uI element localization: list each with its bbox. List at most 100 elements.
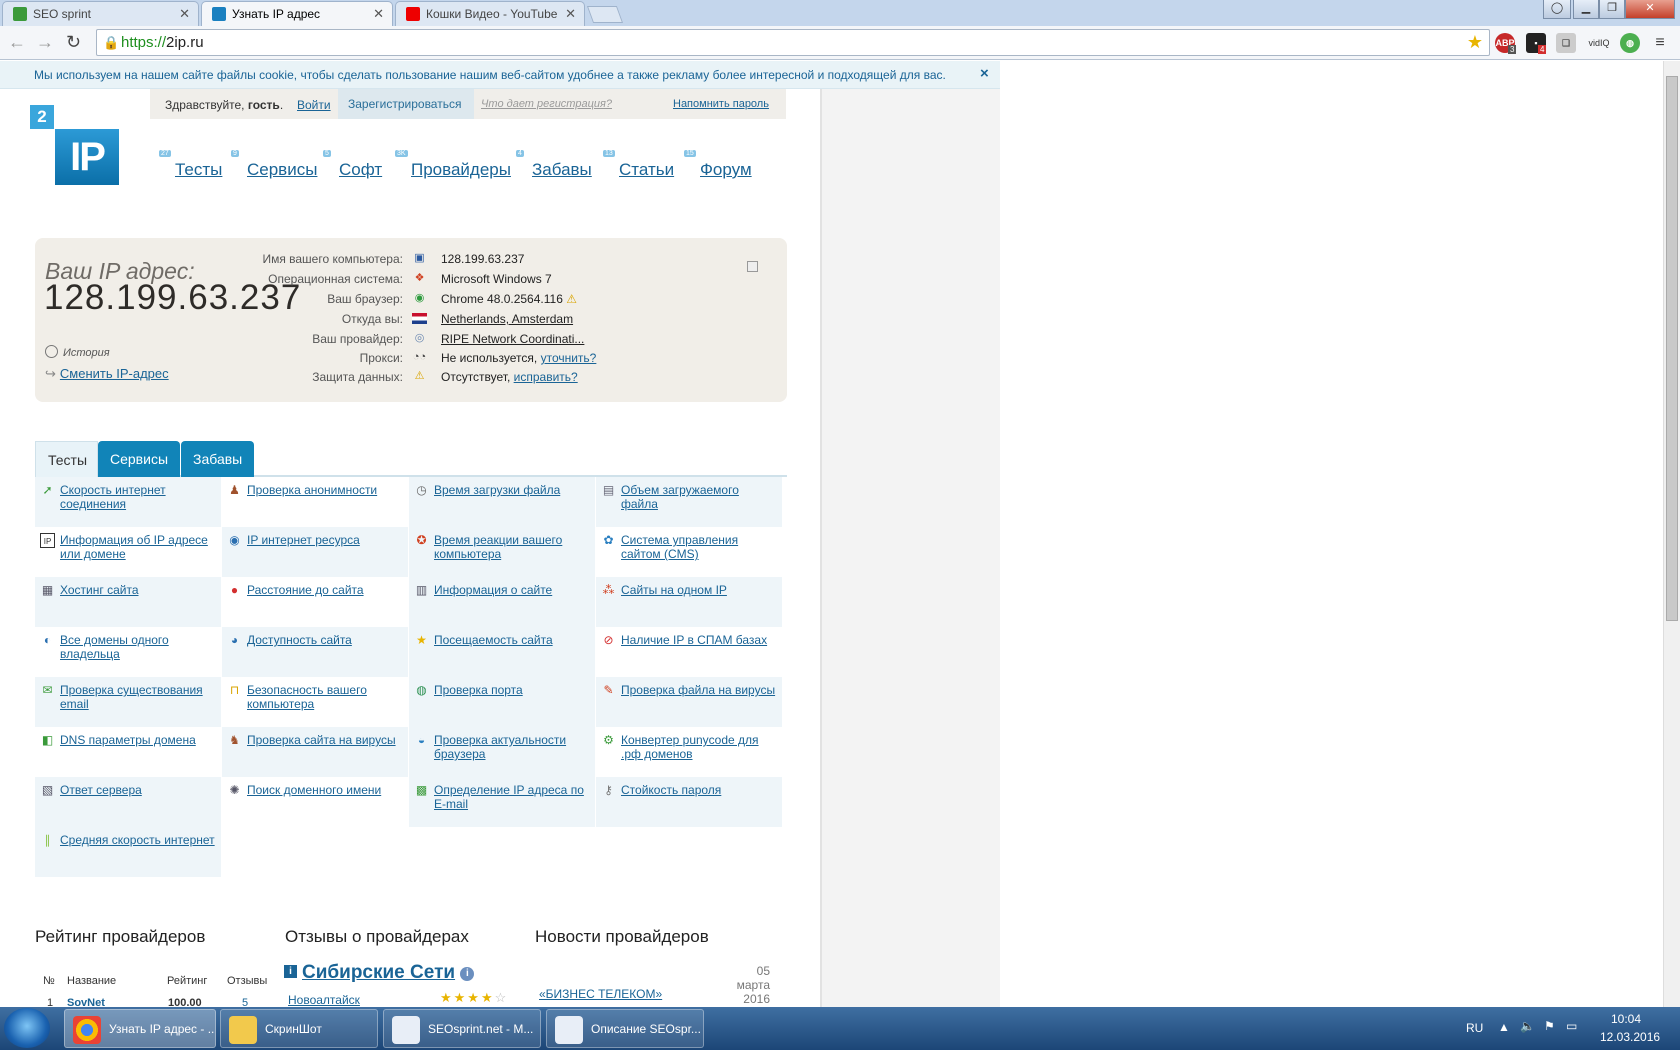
list-item[interactable]: ⚙ Конвертер punycode для .рф доменов xyxy=(596,727,782,777)
site-info-icon: ▥ xyxy=(415,583,428,597)
info-row-protection: Защита данных: ⚠ Отсутствует, исправить? xyxy=(312,370,578,384)
change-ip-link[interactable]: ↪ Сменить IP-адрес xyxy=(45,366,169,382)
list-item[interactable]: ◒ Проверка актуальности браузера xyxy=(409,727,595,777)
list-item[interactable]: ▩ Определение IP адреса по E-mail xyxy=(409,777,595,827)
list-item[interactable]: ∥ Средняя скорость интернет xyxy=(35,827,221,877)
start-button[interactable] xyxy=(4,1008,50,1048)
menu-providers[interactable]: 3K Провайдеры xyxy=(395,150,511,180)
list-item[interactable]: ♟ Проверка анонимности xyxy=(222,477,408,527)
close-window-button[interactable]: ✕ xyxy=(1625,0,1675,19)
email-icon: ✉ xyxy=(42,683,53,697)
panel-toggle-checkbox[interactable] xyxy=(747,261,758,272)
word-document-icon xyxy=(392,1016,420,1044)
list-item[interactable]: ◷ Время загрузки файла xyxy=(409,477,595,527)
forward-arrow-icon[interactable]: → xyxy=(36,32,54,53)
browser-tab-youtube[interactable]: Кошки Видео - YouTube ✕ xyxy=(395,1,585,26)
volume-icon[interactable]: 🔈 xyxy=(1520,1019,1535,1033)
scrollbar-thumb[interactable] xyxy=(1666,76,1678,621)
list-item[interactable]: ⚷ Стойкость пароля xyxy=(596,777,782,827)
list-item[interactable]: ▦ Хостинг сайта xyxy=(35,577,221,627)
menu-tests[interactable]: 27 Тесты xyxy=(159,150,222,180)
browser-tab-seosprint[interactable]: SEO sprint ✕ xyxy=(2,1,199,26)
globe-extension-icon[interactable]: ◍ xyxy=(1620,33,1640,53)
info-row-proxy: Прокси: ◔◔ Не используется, уточнить? xyxy=(359,351,597,365)
list-item[interactable]: ✪ Время реакции вашего компьютера xyxy=(409,527,595,577)
page-scrollbar[interactable] xyxy=(1663,61,1680,1007)
anonymity-icon: ♟ xyxy=(229,483,240,497)
clock-date[interactable]: 12.03.2016 xyxy=(1600,1030,1660,1044)
menu-services[interactable]: 9 Сервисы xyxy=(231,150,317,180)
tab-tests[interactable]: Тесты xyxy=(35,441,98,477)
extension-gray-icon[interactable]: ❏ xyxy=(1556,33,1576,53)
list-item[interactable]: ◧ DNS параметры домена xyxy=(35,727,221,777)
tab-fun[interactable]: Забавы xyxy=(181,441,254,477)
taskbar-item-chrome[interactable]: Узнать IP адрес - ... xyxy=(64,1009,216,1048)
list-item[interactable]: ⁂ Сайты на одном IP xyxy=(596,577,782,627)
register-button[interactable]: Зарегистрироваться xyxy=(338,89,474,119)
new-tab-button[interactable] xyxy=(586,6,624,23)
list-item[interactable]: ⊓ Безопасность вашего компьютера xyxy=(222,677,408,727)
taskbar-item-word2[interactable]: Описание SEOspr... xyxy=(546,1009,704,1048)
word-document-icon xyxy=(555,1016,583,1044)
menu-icon[interactable]: ≡ xyxy=(1650,33,1670,53)
close-cookie-icon[interactable]: × xyxy=(980,65,989,82)
list-item[interactable]: ♞ Проверка сайта на вирусы xyxy=(222,727,408,777)
list-item[interactable]: ✿ Система управления сайтом (CMS) xyxy=(596,527,782,577)
fix-protection-link[interactable]: исправить? xyxy=(514,370,578,384)
info-row-provider: Ваш провайдер: ◎ RIPE Network Coordinati… xyxy=(312,332,585,346)
close-tab-icon[interactable]: ✕ xyxy=(179,6,190,22)
chrome-icon: ◉ xyxy=(414,292,425,304)
info-row-browser: Ваш браузер: ◉ Chrome 48.0.2564.116 ⚠ xyxy=(327,292,577,306)
remind-password-link[interactable]: Напомнить пароль xyxy=(673,98,769,110)
login-link[interactable]: Войти xyxy=(297,98,331,112)
chrome-icon xyxy=(73,1016,101,1044)
ip-by-email-icon: ▩ xyxy=(415,783,428,797)
list-item[interactable]: IP Информация об IP адресе или домене xyxy=(35,527,221,577)
list-item[interactable]: ▥ Информация о сайте xyxy=(409,577,595,627)
taskbar-item-folder[interactable]: СкринШот xyxy=(220,1009,378,1048)
tray-arrow-icon[interactable]: ▲ xyxy=(1498,1020,1510,1034)
vidiq-extension-icon[interactable]: vidIQ xyxy=(1584,33,1614,53)
bookmark-star-icon[interactable]: ★ xyxy=(1467,32,1483,53)
list-item[interactable]: ◍ Проверка порта xyxy=(409,677,595,727)
list-item[interactable]: ▤ Объем загружаемого файла xyxy=(596,477,782,527)
network-icon[interactable]: ▭ xyxy=(1566,1019,1577,1033)
list-item[interactable]: ▧ Ответ сервера xyxy=(35,777,221,827)
menu-articles[interactable]: 13 Статьи xyxy=(603,150,674,180)
profile-icon[interactable]: ◯ xyxy=(1543,0,1571,19)
list-item[interactable]: ✎ Проверка файла на вирусы xyxy=(596,677,782,727)
menu-soft[interactable]: 5 Софт xyxy=(323,150,382,180)
why-register-link[interactable]: Что дает регистрация? xyxy=(481,98,612,110)
cookie-notice-text[interactable]: Мы используем на нашем сайте файлы cooki… xyxy=(34,68,946,82)
list-item[interactable]: ◕ Доступность сайта xyxy=(222,627,408,677)
taskbar-item-word1[interactable]: SEOsprint.net - M... xyxy=(383,1009,541,1048)
list-item[interactable]: ⊘ Наличие IP в СПАМ базах xyxy=(596,627,782,677)
clock-time[interactable]: 10:04 xyxy=(1611,1012,1641,1026)
close-tab-icon[interactable]: ✕ xyxy=(373,6,384,22)
warning-icon: ⚠ xyxy=(414,370,425,382)
clarify-proxy-link[interactable]: уточнить? xyxy=(541,351,597,365)
list-item[interactable]: ◉ IP интернет ресурса xyxy=(222,527,408,577)
minimize-button[interactable]: ▁ xyxy=(1573,0,1599,19)
flag-icon[interactable]: ⚑ xyxy=(1544,1019,1555,1033)
browser-tab-2ip[interactable]: Узнать IP адрес ✕ xyxy=(201,1,393,26)
history-link[interactable]: История xyxy=(45,345,110,359)
list-item[interactable]: ★ Посещаемость сайта xyxy=(409,627,595,677)
maximize-button[interactable]: ❐ xyxy=(1599,0,1625,19)
menu-fun[interactable]: 4 Забавы xyxy=(516,150,592,180)
close-tab-icon[interactable]: ✕ xyxy=(565,6,576,22)
language-indicator[interactable]: RU xyxy=(1466,1021,1483,1035)
back-arrow-icon[interactable]: ← xyxy=(8,32,26,53)
folder-icon xyxy=(229,1016,257,1044)
address-bar[interactable]: 🔒 https://2ip.ru ★ xyxy=(96,29,1490,56)
tab-services[interactable]: Сервисы xyxy=(98,441,180,477)
file-size-icon: ▤ xyxy=(602,483,615,497)
menu-forum[interactable]: 15 Форум xyxy=(684,150,752,180)
site-logo[interactable]: 2 IP xyxy=(30,105,120,191)
list-item[interactable]: ➚ Скорость интернет соединения xyxy=(35,477,221,527)
list-item[interactable]: ● Расстояние до сайта xyxy=(222,577,408,627)
list-item[interactable]: ✉ Проверка существования email xyxy=(35,677,221,727)
list-item[interactable]: ◐ Все домены одного владельца xyxy=(35,627,221,677)
reload-icon[interactable]: ↻ xyxy=(66,32,81,53)
list-item[interactable]: ✺ Поиск доменного имени xyxy=(222,777,408,827)
